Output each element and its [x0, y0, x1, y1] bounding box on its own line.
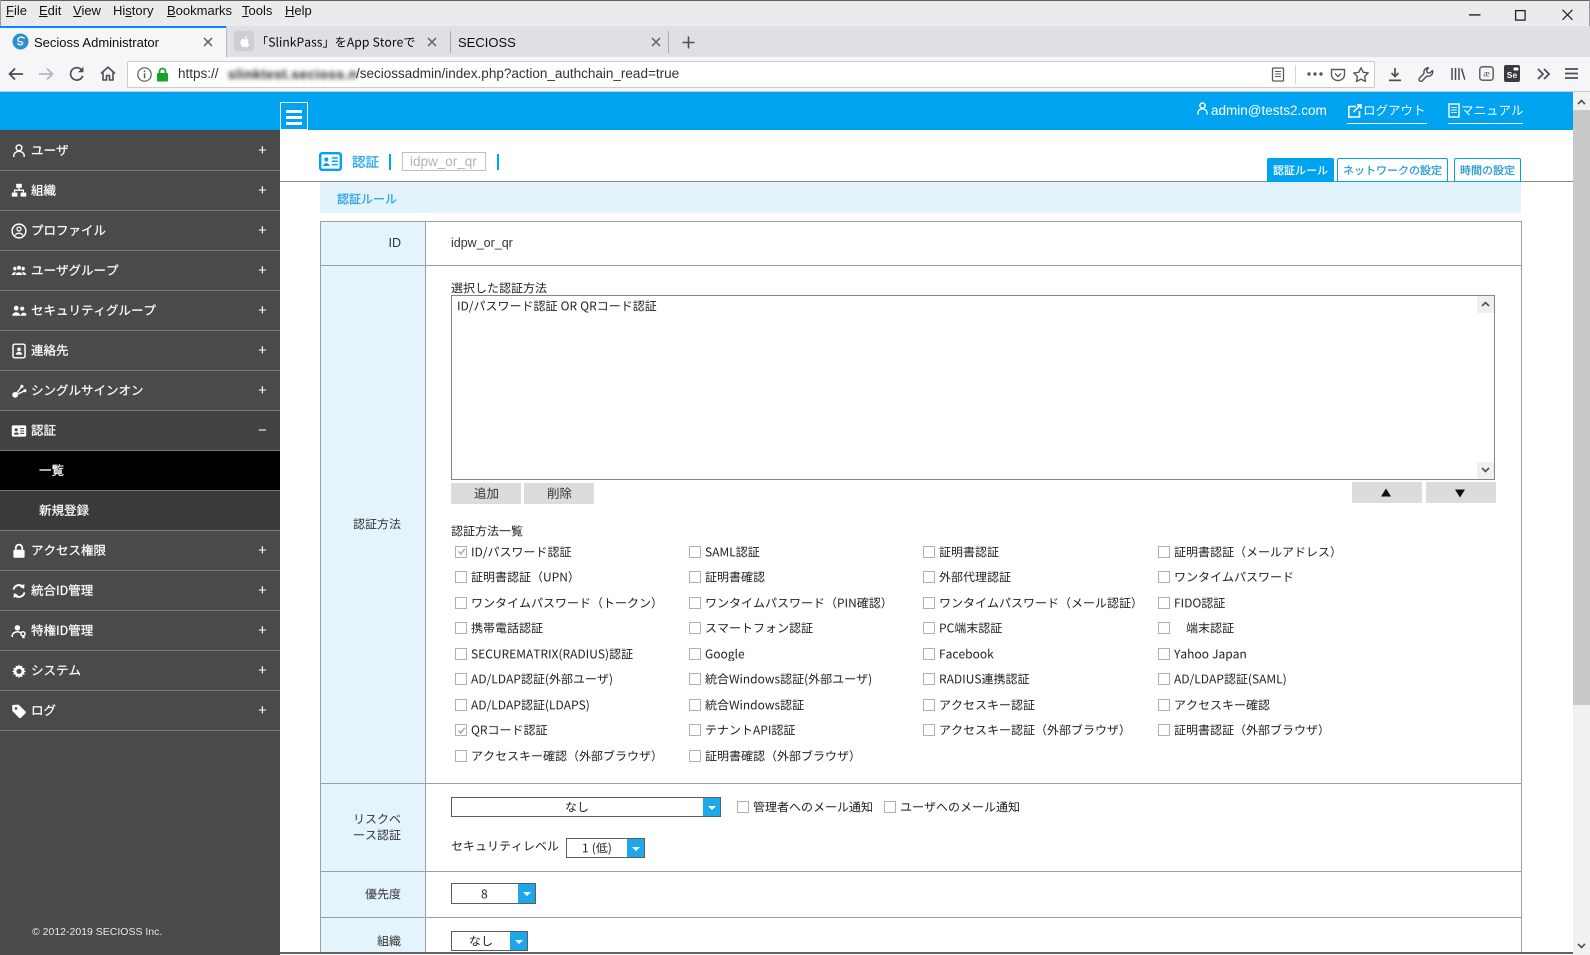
- svg-text:Se: Se: [1507, 70, 1518, 80]
- svg-text:æ: æ: [1483, 70, 1490, 80]
